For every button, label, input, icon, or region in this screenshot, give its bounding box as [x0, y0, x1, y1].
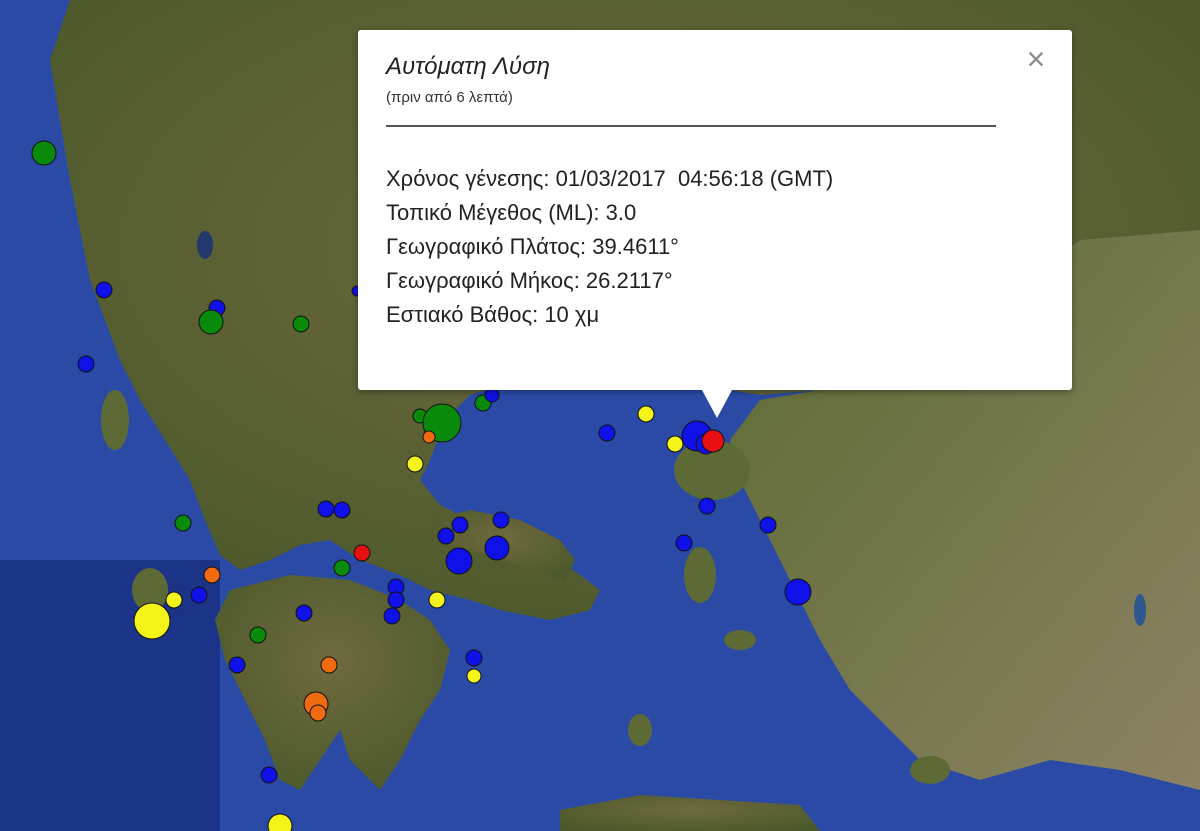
earthquake-marker-blue[interactable]	[759, 516, 777, 534]
earthquake-marker-red[interactable]	[353, 544, 371, 562]
earthquake-info-popup: × Αυτόματη Λύση (πριν από 6 λεπτά) Χρόνο…	[358, 30, 1072, 418]
land-samos	[724, 630, 756, 650]
earthquake-marker-yellow[interactable]	[637, 405, 655, 423]
earthquake-marker-orange[interactable]	[309, 704, 327, 722]
longitude-row: Γεωγραφικό Μήκος: 26.2117°	[386, 268, 673, 293]
popup-divider	[386, 125, 996, 127]
earthquake-marker-orange[interactable]	[422, 430, 436, 444]
earthquake-marker-green[interactable]	[31, 140, 57, 166]
earthquake-marker-blue[interactable]	[77, 355, 95, 373]
earthquake-marker-yellow[interactable]	[666, 435, 684, 453]
lake	[1134, 594, 1146, 626]
magnitude-row: Τοπικό Μέγεθος (ML): 3.0	[386, 200, 637, 225]
earthquake-marker-blue[interactable]	[698, 497, 716, 515]
earthquake-marker-blue[interactable]	[383, 607, 401, 625]
close-icon[interactable]: ×	[1022, 43, 1050, 75]
earthquake-marker-green[interactable]	[333, 559, 351, 577]
earthquake-marker-blue[interactable]	[484, 535, 510, 561]
earthquake-marker-green[interactable]	[292, 315, 310, 333]
earthquake-marker-orange[interactable]	[203, 566, 221, 584]
map-view[interactable]: × Αυτόματη Λύση (πριν από 6 λεπτά) Χρόνο…	[0, 0, 1200, 831]
lake	[197, 231, 213, 259]
earthquake-marker-blue[interactable]	[437, 527, 455, 545]
earthquake-marker-blue[interactable]	[333, 501, 351, 519]
origin-time-row: Χρόνος γένεσης: 01/03/2017 04:56:18 (GMT…	[386, 166, 834, 191]
land-corfu	[101, 390, 129, 450]
deep-sea	[0, 560, 220, 831]
earthquake-marker-blue[interactable]	[228, 656, 246, 674]
depth-row: Εστιακό Βάθος: 10 χμ	[386, 302, 600, 327]
popup-subtitle: (πριν από 6 λεπτά)	[386, 89, 513, 106]
earthquake-marker-green[interactable]	[174, 514, 192, 532]
earthquake-marker-yellow[interactable]	[133, 602, 171, 640]
earthquake-marker-blue[interactable]	[95, 281, 113, 299]
earthquake-marker-yellow[interactable]	[406, 455, 424, 473]
earthquake-marker-blue[interactable]	[492, 511, 510, 529]
earthquake-marker-green[interactable]	[249, 626, 267, 644]
land-naxos	[628, 714, 652, 746]
earthquake-marker-blue[interactable]	[190, 586, 208, 604]
earthquake-marker-blue[interactable]	[260, 766, 278, 784]
popup-pointer	[702, 390, 732, 418]
earthquake-marker-blue[interactable]	[598, 424, 616, 442]
earthquake-marker-blue[interactable]	[295, 604, 313, 622]
earthquake-marker-blue[interactable]	[445, 547, 473, 575]
earthquake-marker-blue[interactable]	[451, 516, 469, 534]
earthquake-marker-yellow[interactable]	[165, 591, 183, 609]
earthquake-marker-blue[interactable]	[317, 500, 335, 518]
earthquake-marker-blue[interactable]	[784, 578, 812, 606]
latitude-row: Γεωγραφικό Πλάτος: 39.4611°	[386, 234, 679, 259]
land-rhodes	[910, 756, 950, 784]
land-chios	[684, 547, 716, 603]
earthquake-marker-blue[interactable]	[387, 591, 405, 609]
popup-title: Αυτόματη Λύση	[386, 53, 550, 80]
selected-earthquake-marker[interactable]	[701, 429, 725, 453]
earthquake-marker-blue[interactable]	[675, 534, 693, 552]
earthquake-marker-blue[interactable]	[465, 649, 483, 667]
earthquake-marker-yellow[interactable]	[428, 591, 446, 609]
earthquake-marker-yellow[interactable]	[466, 668, 482, 684]
earthquake-marker-green[interactable]	[198, 309, 224, 335]
earthquake-marker-blue[interactable]	[484, 387, 500, 403]
earthquake-marker-orange[interactable]	[320, 656, 338, 674]
